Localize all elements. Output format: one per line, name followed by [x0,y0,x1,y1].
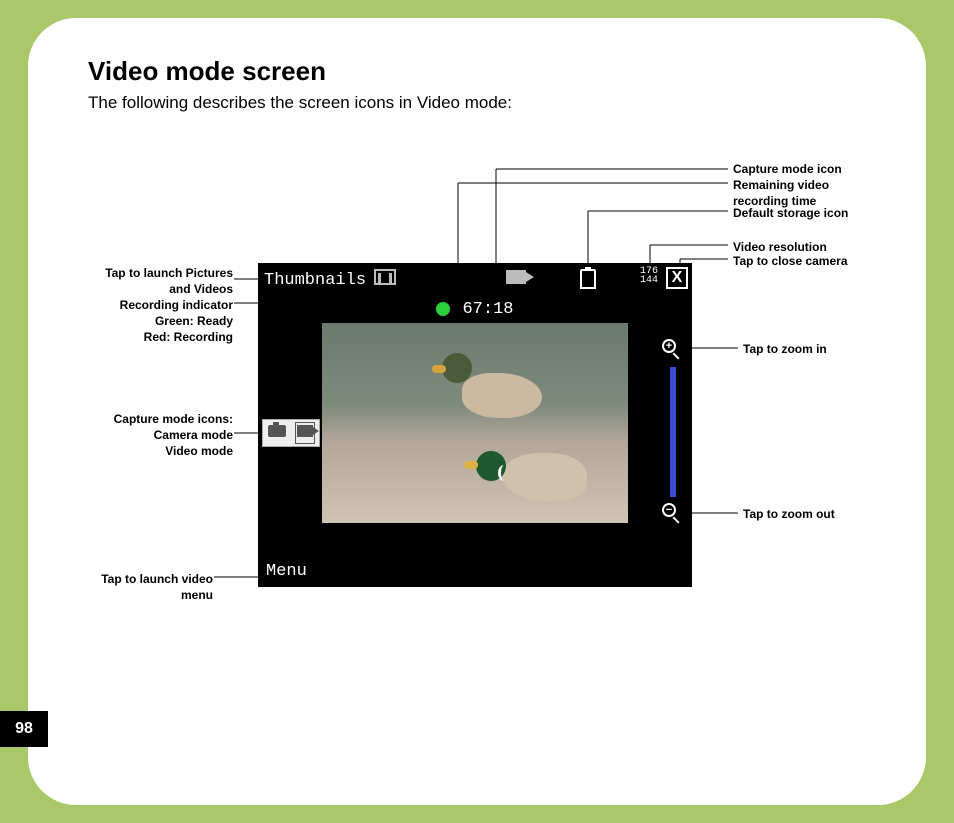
thumbnails-button-label[interactable]: Thumbnails [264,271,366,290]
zoom-out-button[interactable]: − [662,503,684,525]
remaining-time: 67:18 [462,300,513,319]
resolution-indicator: 176 144 [640,267,658,285]
callout-line: Capture mode icons: [88,411,233,427]
camera-mode-icon[interactable] [268,424,286,442]
resolution-bottom: 144 [640,276,658,285]
page-number: 98 [0,711,48,747]
page-title: Video mode screen [88,56,878,87]
zoom-in-button[interactable]: + [662,339,684,361]
callout-line: Recording indicator [88,297,233,313]
zoom-out-icon: − [662,503,676,517]
close-camera-button[interactable]: X [666,267,688,289]
callout-line: Red: Recording [88,329,233,345]
menu-button[interactable]: Menu [266,562,307,581]
recording-indicator-icon [436,302,450,316]
callout-zoom-out: Tap to zoom out [743,506,835,522]
callout-storage: Default storage icon [733,205,848,221]
device-topbar: Thumbnails [258,263,692,297]
storage-icon [580,269,596,289]
manual-page: Video mode screen The following describe… [28,18,926,805]
capture-mode-picker[interactable] [262,419,320,447]
callout-line: Camera mode [88,427,233,443]
callout-menu: Tap to launch video menu [88,571,213,603]
page-intro: The following describes the screen icons… [88,93,878,113]
callout-recording-indicator: Recording indicator Green: Ready Red: Re… [88,297,233,346]
zoom-slider[interactable] [670,367,676,497]
preview-subject-1 [442,353,552,423]
video-preview [322,323,628,523]
close-icon: X [672,269,683,287]
callout-capture-modes: Capture mode icons: Camera mode Video mo… [88,411,233,460]
thumbnails-icon[interactable] [374,269,396,291]
callout-close: Tap to close camera [733,253,848,269]
callout-thumbnails: Tap to launch Pictures and Videos [88,265,233,297]
callout-line: Green: Ready [88,313,233,329]
diagram-area: Thumbnails 176 144 X 67:18 [88,153,878,713]
callout-capture-mode-icon: Capture mode icon [733,161,842,177]
callout-line: Remaining video [733,177,829,193]
callout-line: Video mode [88,443,233,459]
preview-subject-2 [472,443,592,513]
capture-mode-icon[interactable] [506,270,526,290]
callout-zoom-in: Tap to zoom in [743,341,827,357]
device-screen: Thumbnails 176 144 X 67:18 [258,263,692,587]
video-mode-icon[interactable] [295,422,315,444]
zoom-in-icon: + [662,339,676,353]
time-bar: 67:18 [258,297,692,321]
